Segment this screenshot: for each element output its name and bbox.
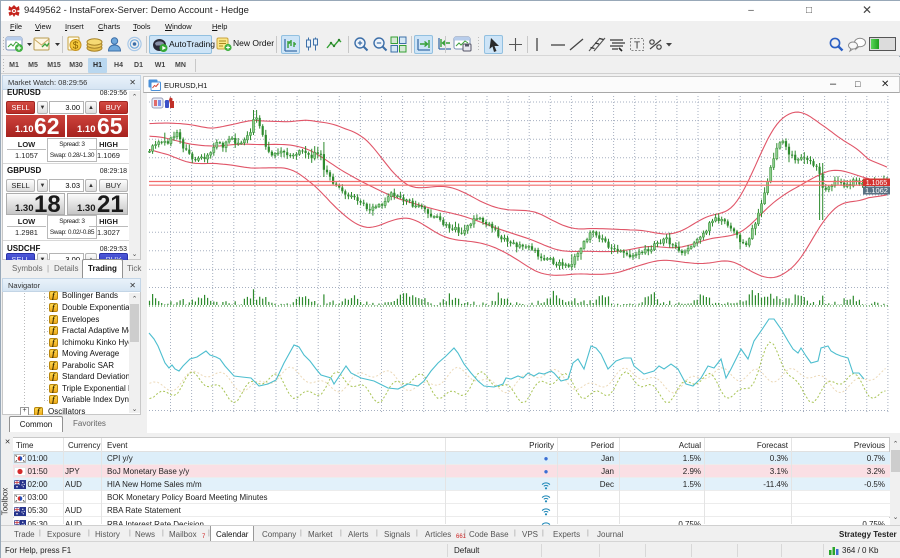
svg-text:$: $	[73, 41, 79, 52]
svg-text:T: T	[634, 41, 640, 52]
svg-text:1.1062: 1.1062	[865, 186, 888, 195]
